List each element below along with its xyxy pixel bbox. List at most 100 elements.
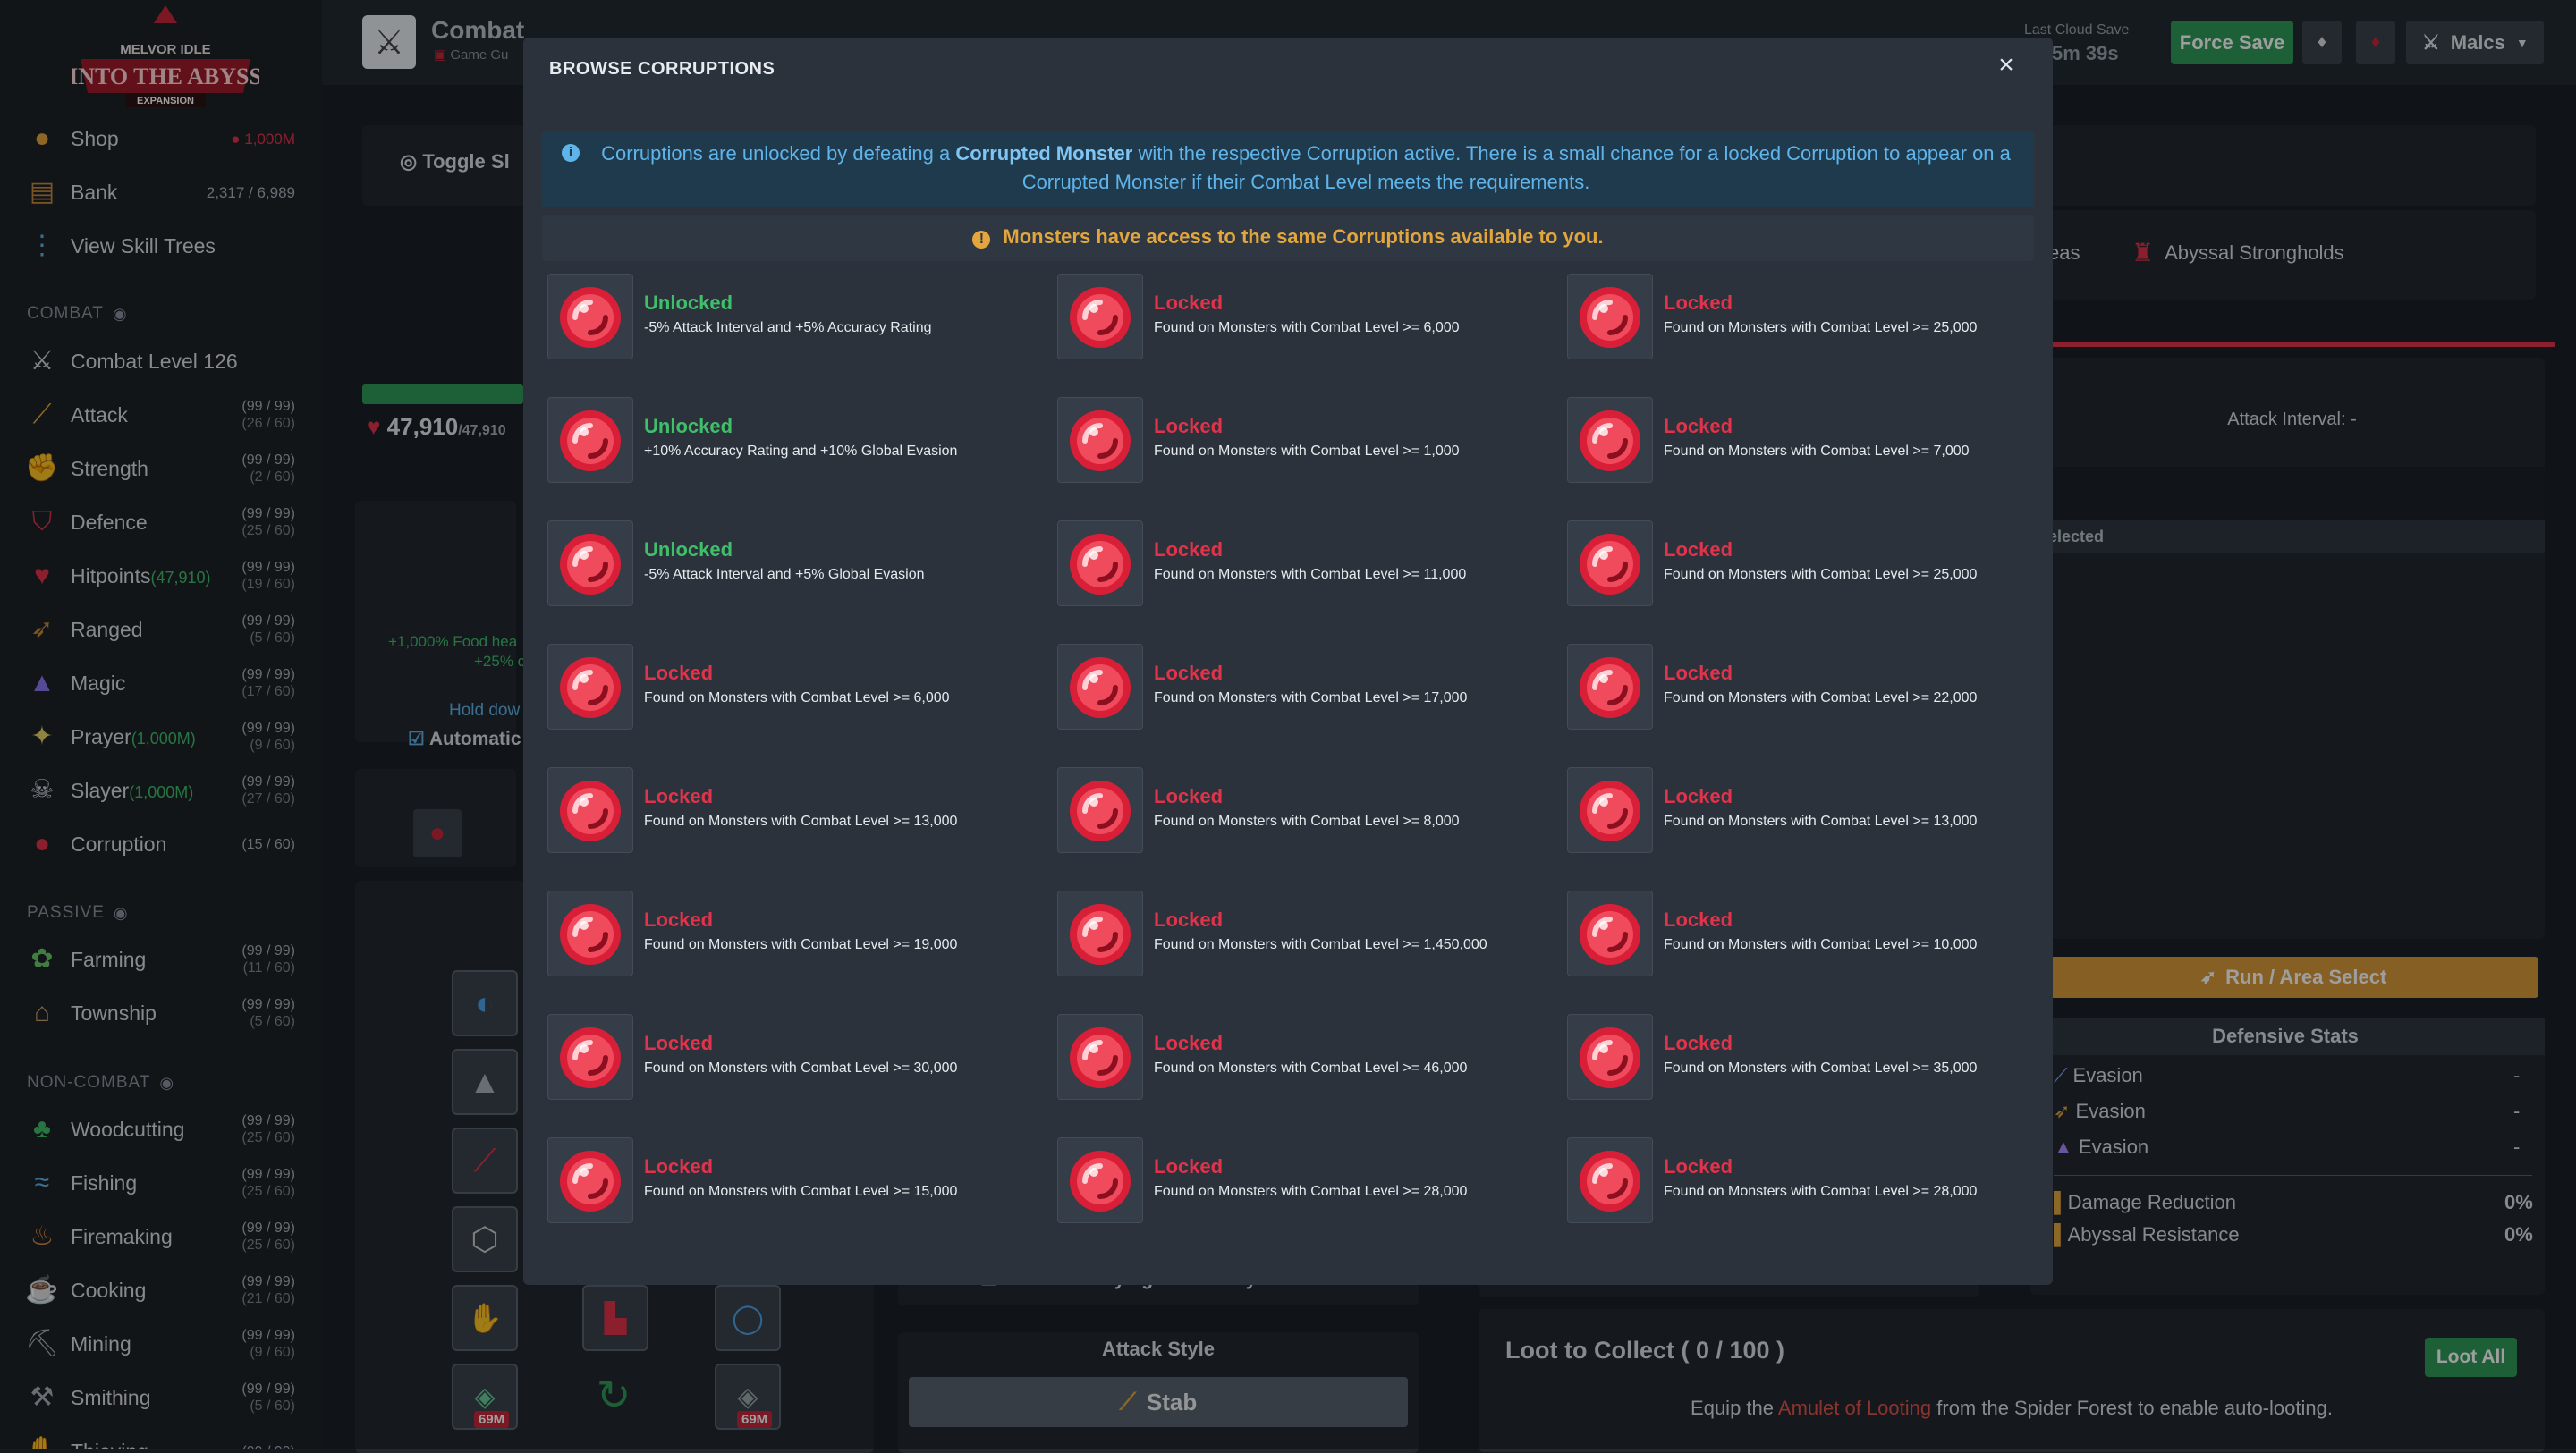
corruption-description: Found on Monsters with Combat Level >= 2… <box>1154 1184 1468 1199</box>
corruption-orb-icon <box>1580 781 1640 841</box>
corruption-description: Found on Monsters with Combat Level >= 6… <box>644 690 950 705</box>
corruption-status: Locked <box>1154 291 1224 314</box>
corruption-status: Locked <box>1664 908 1733 931</box>
corruption-status: Locked <box>644 785 714 807</box>
corruption-orb-icon <box>1580 1151 1640 1212</box>
corruption-description: Found on Monsters with Combat Level >= 1… <box>1664 937 1978 952</box>
corruption-orb-icon <box>1070 534 1131 595</box>
corruption-slot[interactable] <box>1057 644 1143 730</box>
corruption-orb-icon <box>560 1151 621 1212</box>
corruption-slot[interactable] <box>547 891 633 976</box>
warning-text: ! Monsters have access to the same Corrup… <box>542 225 2034 249</box>
corruption-slot[interactable] <box>1057 1014 1143 1100</box>
corruption-orb-icon <box>1070 781 1131 841</box>
info-text: Corruptions are unlocked by defeating a … <box>601 142 2011 193</box>
corruption-orb-icon <box>1580 410 1640 471</box>
corruption-status: Locked <box>1154 415 1224 437</box>
corruption-description: Found on Monsters with Combat Level >= 7… <box>1664 444 1970 459</box>
corruption-slot[interactable] <box>1567 1014 1653 1100</box>
corruption-status: Locked <box>644 662 714 684</box>
corruption-slot[interactable] <box>547 520 633 606</box>
warning-icon: ! <box>972 231 991 249</box>
corruption-status: Unlocked <box>644 415 733 437</box>
corruption-status: Unlocked <box>644 538 733 561</box>
corruption-slot[interactable] <box>1567 644 1653 730</box>
corruption-description: Found on Monsters with Combat Level >= 6… <box>1154 320 1460 335</box>
corruption-description: Found on Monsters with Combat Level >= 8… <box>1154 814 1460 829</box>
corruption-orb-icon <box>560 1027 621 1088</box>
corruption-description: Found on Monsters with Combat Level >= 1… <box>1664 814 1978 829</box>
corruption-description: Found on Monsters with Combat Level >= 1… <box>644 1184 958 1199</box>
corruption-slot[interactable] <box>1057 274 1143 359</box>
corruption-slot[interactable] <box>1057 520 1143 606</box>
modal-title: BROWSE CORRUPTIONS <box>549 59 775 79</box>
corruption-description: Found on Monsters with Combat Level >= 3… <box>644 1060 958 1076</box>
corruption-status: Locked <box>1664 785 1733 807</box>
corruption-status: Locked <box>1664 538 1733 561</box>
corruption-slot[interactable] <box>1057 397 1143 483</box>
corruption-slot[interactable] <box>1567 767 1653 853</box>
corruption-status: Locked <box>644 1155 714 1178</box>
corruption-orb-icon <box>1580 1027 1640 1088</box>
corruption-orb-icon <box>1580 534 1640 595</box>
corruption-description: Found on Monsters with Combat Level >= 3… <box>1664 1060 1978 1076</box>
corruption-description: Found on Monsters with Combat Level >= 2… <box>1664 690 1978 705</box>
corruption-status: Locked <box>1154 908 1224 931</box>
corruption-description: Found on Monsters with Combat Level >= 2… <box>1664 1184 1978 1199</box>
corruption-status: Locked <box>1664 291 1733 314</box>
corruption-status: Locked <box>1154 785 1224 807</box>
corruption-slot[interactable] <box>1567 520 1653 606</box>
corruption-slot[interactable] <box>547 1014 633 1100</box>
corruption-status: Locked <box>1154 1155 1224 1178</box>
corruption-orb-icon <box>1070 287 1131 348</box>
corruption-orb-icon <box>1070 410 1131 471</box>
corruption-slot[interactable] <box>1057 767 1143 853</box>
corruption-description: Found on Monsters with Combat Level >= 1… <box>1154 937 1487 952</box>
corruption-status: Locked <box>1664 662 1733 684</box>
corruption-orb-icon <box>1070 1027 1131 1088</box>
corruption-orb-icon <box>560 410 621 471</box>
corruption-status: Locked <box>1154 538 1224 561</box>
corruption-description: Found on Monsters with Combat Level >= 1… <box>1154 567 1467 582</box>
corruption-description: Found on Monsters with Combat Level >= 1… <box>1154 444 1460 459</box>
corruption-slot[interactable] <box>1567 397 1653 483</box>
corruption-slot[interactable] <box>1057 1137 1143 1223</box>
corruption-status: Locked <box>1664 415 1733 437</box>
corruption-slot[interactable] <box>1057 891 1143 976</box>
corruption-status: Locked <box>1154 662 1224 684</box>
corruption-slot[interactable] <box>1567 274 1653 359</box>
corruption-status: Locked <box>644 908 714 931</box>
corruption-orb-icon <box>1580 287 1640 348</box>
corruption-slot[interactable] <box>547 767 633 853</box>
corruption-description: -5% Attack Interval and +5% Global Evasi… <box>644 567 925 582</box>
corruption-description: Found on Monsters with Combat Level >= 1… <box>1154 690 1468 705</box>
corruption-orb-icon <box>1580 904 1640 965</box>
corruption-slot[interactable] <box>1567 1137 1653 1223</box>
corruption-orb-icon <box>560 781 621 841</box>
corruption-status: Locked <box>644 1032 714 1054</box>
close-icon[interactable]: × <box>1993 52 2020 79</box>
corruption-orb-icon <box>560 534 621 595</box>
corruption-orb-icon <box>560 287 621 348</box>
corruption-description: Found on Monsters with Combat Level >= 2… <box>1664 320 1978 335</box>
corruption-description: Found on Monsters with Combat Level >= 2… <box>1664 567 1978 582</box>
corruption-orb-icon <box>560 657 621 718</box>
corruption-slot[interactable] <box>547 274 633 359</box>
corruption-orb-icon <box>1070 904 1131 965</box>
corruption-slot[interactable] <box>547 644 633 730</box>
corruption-description: +10% Accuracy Rating and +10% Global Eva… <box>644 444 958 459</box>
corruption-slot[interactable] <box>1567 891 1653 976</box>
corruption-orb-icon <box>560 904 621 965</box>
corruption-description: -5% Attack Interval and +5% Accuracy Rat… <box>644 320 932 335</box>
corruption-slot[interactable] <box>547 397 633 483</box>
corruption-status: Unlocked <box>644 291 733 314</box>
corruption-orb-icon <box>1070 657 1131 718</box>
corruption-description: Found on Monsters with Combat Level >= 1… <box>644 814 958 829</box>
corruption-description: Found on Monsters with Combat Level >= 1… <box>644 937 958 952</box>
corruption-status: Locked <box>1154 1032 1224 1054</box>
info-icon: i <box>562 144 580 162</box>
corruption-orb-icon <box>1580 657 1640 718</box>
corruption-status: Locked <box>1664 1155 1733 1178</box>
corruption-description: Found on Monsters with Combat Level >= 4… <box>1154 1060 1468 1076</box>
corruption-slot[interactable] <box>547 1137 633 1223</box>
